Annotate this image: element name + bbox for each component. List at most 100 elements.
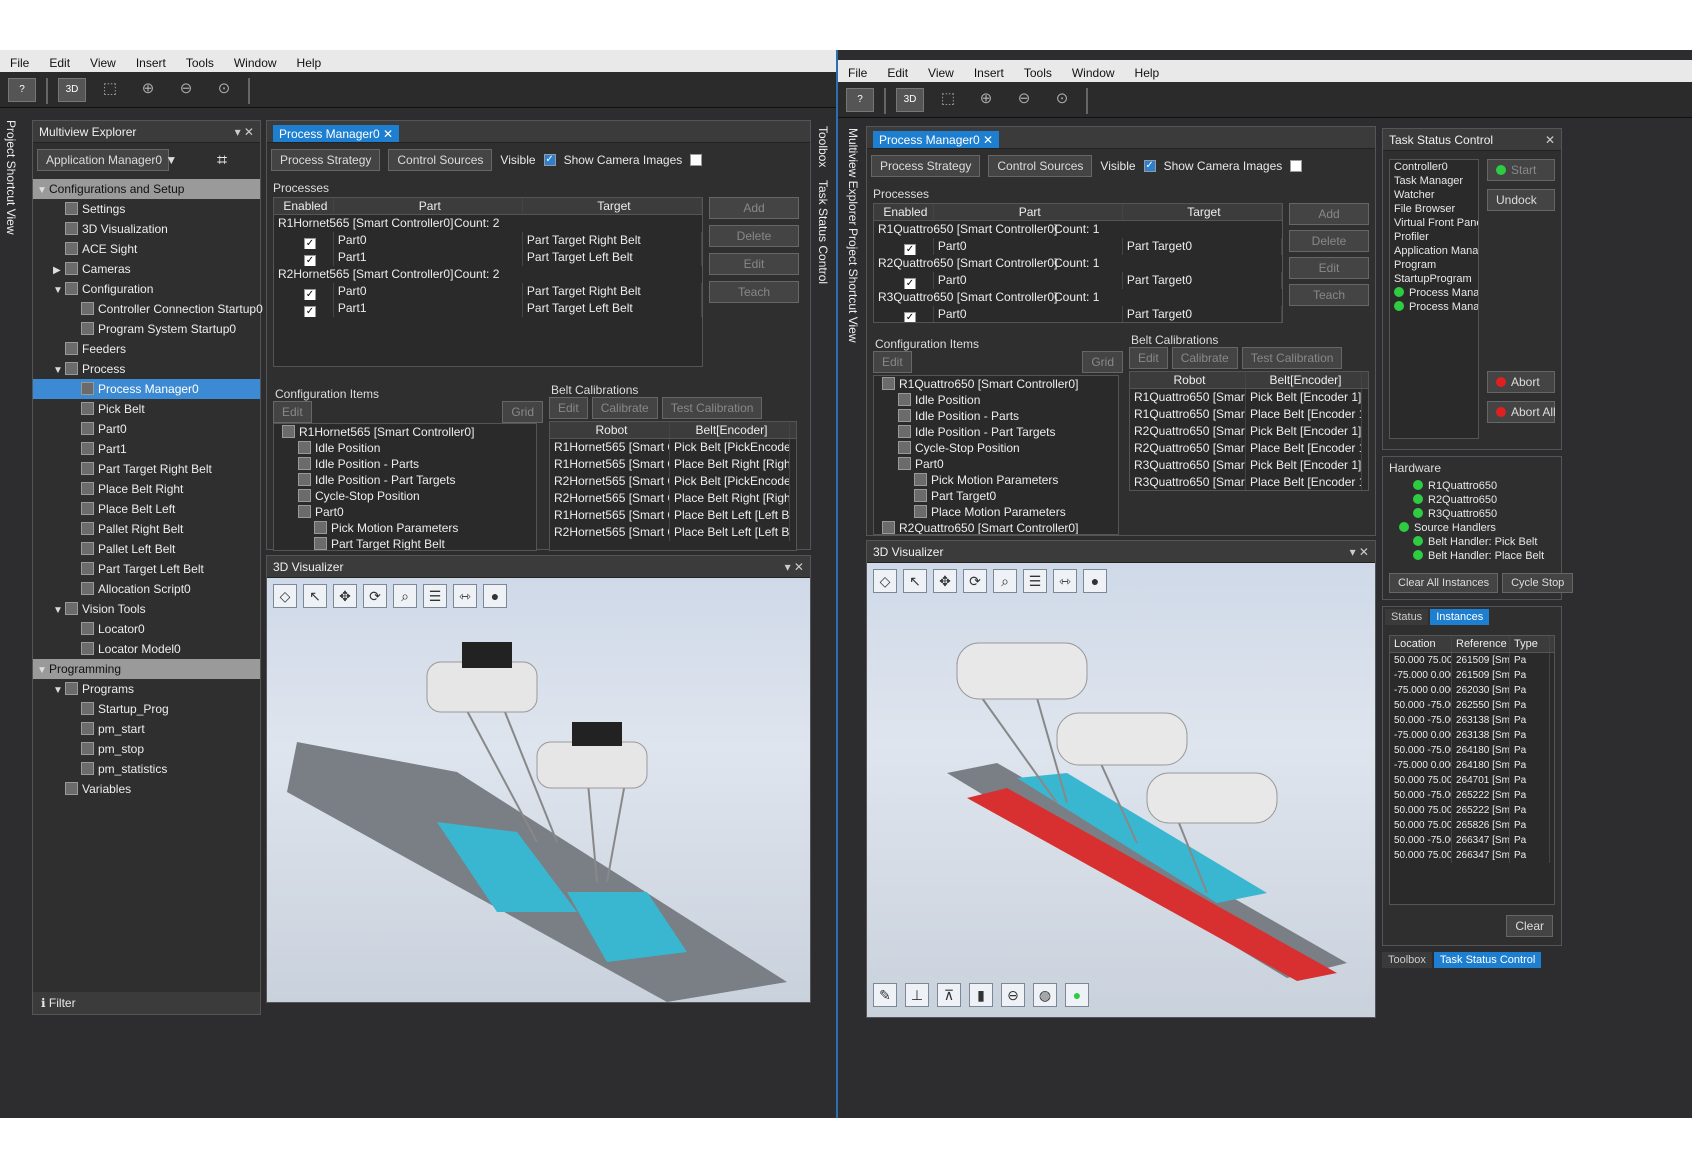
table-row[interactable]: R2Quattro650 [Smart Controller0]Pick Bel… xyxy=(1130,423,1368,440)
config-grid-button[interactable]: Grid xyxy=(1082,351,1123,373)
task-item[interactable]: Process Manager0 xyxy=(1390,300,1478,314)
calibrate-button[interactable]: Calibrate xyxy=(591,397,658,419)
table-row[interactable]: R3Quattro650 [Smart Controller0]Pick Bel… xyxy=(1130,457,1368,474)
project-shortcut-view-tab[interactable]: Project Shortcut View xyxy=(4,120,18,235)
config-tree-item[interactable]: Part Target Right Belt xyxy=(274,536,536,550)
tree-item[interactable]: ▼ Vision Tools xyxy=(33,599,260,619)
table-row[interactable]: ✓ Part1 Part Target Left Belt xyxy=(274,249,702,266)
hardware-item[interactable]: Belt Handler: Pick Belt xyxy=(1389,535,1555,549)
tree-item[interactable]: Settings xyxy=(33,199,260,219)
task-item[interactable]: Process Manager xyxy=(1390,286,1478,300)
tree-item[interactable]: Place Belt Left xyxy=(33,499,260,519)
tree-item[interactable]: Pallet Right Belt xyxy=(33,519,260,539)
green-sphere-icon[interactable]: ● xyxy=(1065,983,1089,1007)
config-tree-item[interactable]: Place Motion Parameters xyxy=(874,504,1118,520)
tree-item[interactable]: ▼ Process xyxy=(33,359,260,379)
config-tree-item[interactable]: Idle Position - Parts xyxy=(274,456,536,472)
table-row[interactable]: ✓ Part0 Part Target0 xyxy=(874,238,1282,255)
menu-item-tools[interactable]: Tools xyxy=(1024,66,1052,82)
toolbox-tab[interactable]: Toolbox xyxy=(816,126,830,167)
project-shortcut-view-tab[interactable]: Project Shortcut View xyxy=(846,228,860,343)
tab-toolbox[interactable]: Toolbox xyxy=(1382,952,1432,968)
hardware-item[interactable]: Source Handlers xyxy=(1389,521,1555,535)
tab-process-manager[interactable]: Process Manager0 ✕ xyxy=(873,131,1000,148)
table-row[interactable]: ✓ Part0 Part Target0 xyxy=(874,272,1282,289)
3d-view-button[interactable]: 3D xyxy=(58,78,86,102)
table-row[interactable]: R2Hornet565 [Smart Controller0] Count: 2 xyxy=(274,266,702,283)
cycle-stop-button[interactable]: Cycle Stop xyxy=(1502,573,1574,593)
table-row[interactable]: 50.000 -75.000264180 [Smart]Pa xyxy=(1390,743,1554,758)
task-item[interactable]: Program xyxy=(1390,258,1478,272)
table-row[interactable]: ✓ Part0 Part Target0 xyxy=(874,306,1282,322)
enabled-checkbox[interactable]: ✓ xyxy=(304,238,316,249)
no-entry-icon[interactable]: ⊖ xyxy=(1001,983,1025,1007)
config-tree-item[interactable]: Idle Position - Part Targets xyxy=(274,472,536,488)
multiview-explorer-tab[interactable]: Multiview Explorer xyxy=(846,128,860,225)
zoom-icon[interactable]: ⌕ xyxy=(393,584,417,608)
config-edit-button[interactable]: Edit xyxy=(273,401,312,423)
tree-item[interactable]: ACE Sight xyxy=(33,239,260,259)
config-tree-item[interactable]: Idle Position xyxy=(274,440,536,456)
clear-all-instances-button[interactable]: Clear All Instances xyxy=(1389,573,1499,593)
config-tree-item[interactable]: Part Target0 xyxy=(874,488,1118,504)
menu-item-view[interactable]: View xyxy=(90,56,116,72)
tree-item[interactable]: Part1 xyxy=(33,439,260,459)
tree-item[interactable]: ▼ Configurations and Setup xyxy=(33,179,260,199)
zoom-icon[interactable]: ⌕ xyxy=(993,569,1017,593)
help-button[interactable]: ? xyxy=(846,88,874,112)
tree-item[interactable]: ▼ Programming xyxy=(33,659,260,679)
process-teach-button[interactable]: Teach xyxy=(1289,284,1369,306)
config-tree-item[interactable]: Part0 xyxy=(274,504,536,520)
table-row[interactable]: 50.000 -75.000266347 [Smart]Pa xyxy=(1390,833,1554,848)
task-item[interactable]: StartupProgram xyxy=(1390,272,1478,286)
tree-item[interactable]: Process Manager0 xyxy=(33,379,260,399)
visible-checkbox[interactable]: ✓ xyxy=(1143,160,1156,172)
tree-arrow-icon[interactable]: ▼ xyxy=(37,661,49,681)
table-row[interactable]: R2Hornet565 [Smart Controller0]Place Bel… xyxy=(550,490,796,507)
hardware-item[interactable]: R2Quattro650 xyxy=(1389,493,1555,507)
process-edit-button[interactable]: Edit xyxy=(1289,257,1369,279)
table-row[interactable]: 50.000 75.000265826 [Smart]Pa xyxy=(1390,818,1554,833)
column-header[interactable]: Part xyxy=(334,198,523,214)
tree-item[interactable]: pm_start xyxy=(33,719,260,739)
close-icon[interactable]: ✕ xyxy=(1545,133,1555,147)
column-header[interactable]: Robot xyxy=(550,422,670,438)
record-icon[interactable]: ● xyxy=(483,584,507,608)
column-header[interactable]: Reference xyxy=(1452,636,1510,652)
tab-task-status-control[interactable]: Task Status Control xyxy=(1433,952,1542,968)
table-row[interactable]: 50.000 75.000265222 [Smart]Pa xyxy=(1390,803,1554,818)
table-row[interactable]: R1Hornet565 [Smart Controller0] Count: 2 xyxy=(274,215,702,232)
config-tree-item[interactable]: Part0 xyxy=(874,456,1118,472)
tree-arrow-icon[interactable]: ▶ xyxy=(53,261,65,281)
table-row[interactable]: -75.000 0.000263138 [Smart]Pa xyxy=(1390,728,1554,743)
menu-item-help[interactable]: Help xyxy=(1135,66,1160,82)
box-view-icon[interactable]: ◇ xyxy=(273,584,297,608)
application-manager-combo[interactable]: Application Manager0 ▼ xyxy=(37,149,177,171)
menu-item-file[interactable]: File xyxy=(848,66,867,82)
globe-icon[interactable]: ◍ xyxy=(1033,983,1057,1007)
pan-icon[interactable]: ✥ xyxy=(933,569,957,593)
table-row[interactable]: R2Hornet565 [Smart Controller0]Place Bel… xyxy=(550,524,796,541)
tab-process-manager[interactable]: Process Manager0 ✕ xyxy=(273,125,400,142)
table-row[interactable]: R1Hornet565 [Smart Controller0]Pick Belt… xyxy=(550,439,796,456)
tree-item[interactable]: Startup_Prog xyxy=(33,699,260,719)
task-item[interactable]: Application Manager0 xyxy=(1390,244,1478,258)
config-tree-item[interactable]: Cycle-Stop Position xyxy=(874,440,1118,456)
tree-arrow-icon[interactable]: ▼ xyxy=(53,601,65,621)
belt-edit-button[interactable]: Edit xyxy=(549,397,588,419)
start-button[interactable]: Start xyxy=(1487,159,1555,181)
table-row[interactable]: ✓ Part1 Part Target Left Belt xyxy=(274,300,702,317)
camera-checkbox[interactable] xyxy=(690,154,703,166)
tree-item[interactable]: ▼ Programs xyxy=(33,679,260,699)
axes-icon[interactable]: ⊥ xyxy=(905,983,929,1007)
tree-item[interactable]: pm_statistics xyxy=(33,759,260,779)
config-tree-item[interactable]: Idle Position - Parts xyxy=(874,408,1118,424)
3d-view-button[interactable]: 3D xyxy=(896,88,924,112)
table-row[interactable]: -75.000 0.000261509 [Smart]Pa xyxy=(1390,668,1554,683)
tree-arrow-icon[interactable]: ▼ xyxy=(53,681,65,701)
task-item[interactable]: File Browser xyxy=(1390,202,1478,216)
config-tree-item[interactable]: Pick Motion Parameters xyxy=(874,472,1118,488)
hardware-item[interactable]: R3Quattro650 xyxy=(1389,507,1555,521)
menu-item-insert[interactable]: Insert xyxy=(136,56,166,72)
zoom-out-icon[interactable]: ⊖ xyxy=(172,78,200,102)
